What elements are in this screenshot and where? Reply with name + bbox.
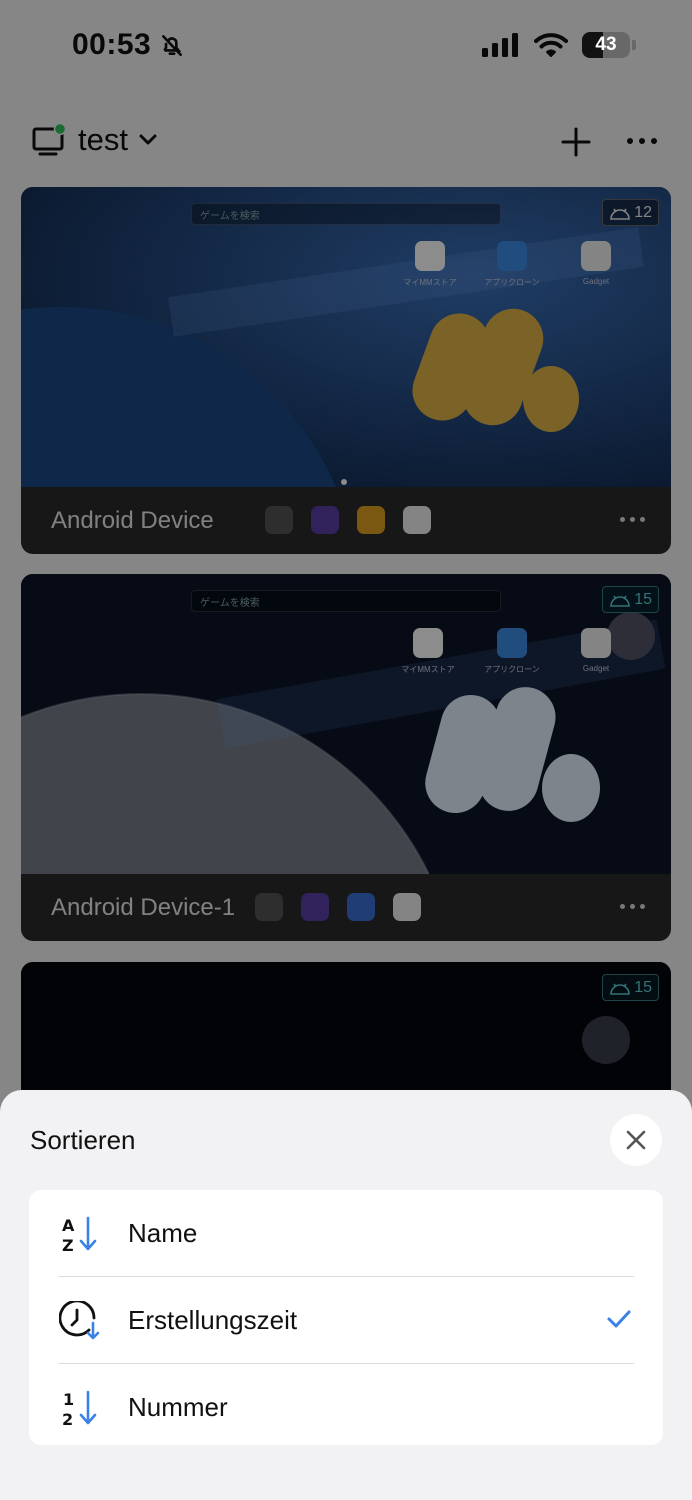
sort-options-list: A Z Name Erstellungszeit 1 2 Nummer	[29, 1190, 663, 1445]
sort-option-creation-time[interactable]: Erstellungszeit	[29, 1277, 663, 1364]
sort-option-label: Nummer	[128, 1392, 228, 1422]
svg-text:2: 2	[62, 1410, 73, 1428]
sort-option-label: Erstellungszeit	[128, 1305, 298, 1335]
sort-option-label: Name	[128, 1218, 198, 1248]
clock-sort-icon	[59, 1301, 100, 1340]
svg-text:1: 1	[63, 1390, 74, 1409]
close-icon	[626, 1130, 646, 1150]
svg-text:A: A	[62, 1216, 75, 1235]
sort-alpha-icon: A Z	[62, 1216, 97, 1254]
battery-level: 43	[595, 34, 617, 55]
svg-text:Z: Z	[62, 1236, 74, 1254]
sheet-title: Sortieren	[30, 1125, 136, 1155]
sort-bottom-sheet: Sortieren A Z Name Erstellungszeit 1 2 N…	[0, 1090, 692, 1500]
sort-numeric-icon: 1 2	[62, 1390, 97, 1428]
checkmark-icon	[607, 1310, 631, 1328]
sort-option-name[interactable]: A Z Name	[29, 1190, 663, 1277]
sort-option-number[interactable]: 1 2 Nummer	[29, 1364, 663, 1451]
close-button[interactable]	[610, 1114, 662, 1166]
